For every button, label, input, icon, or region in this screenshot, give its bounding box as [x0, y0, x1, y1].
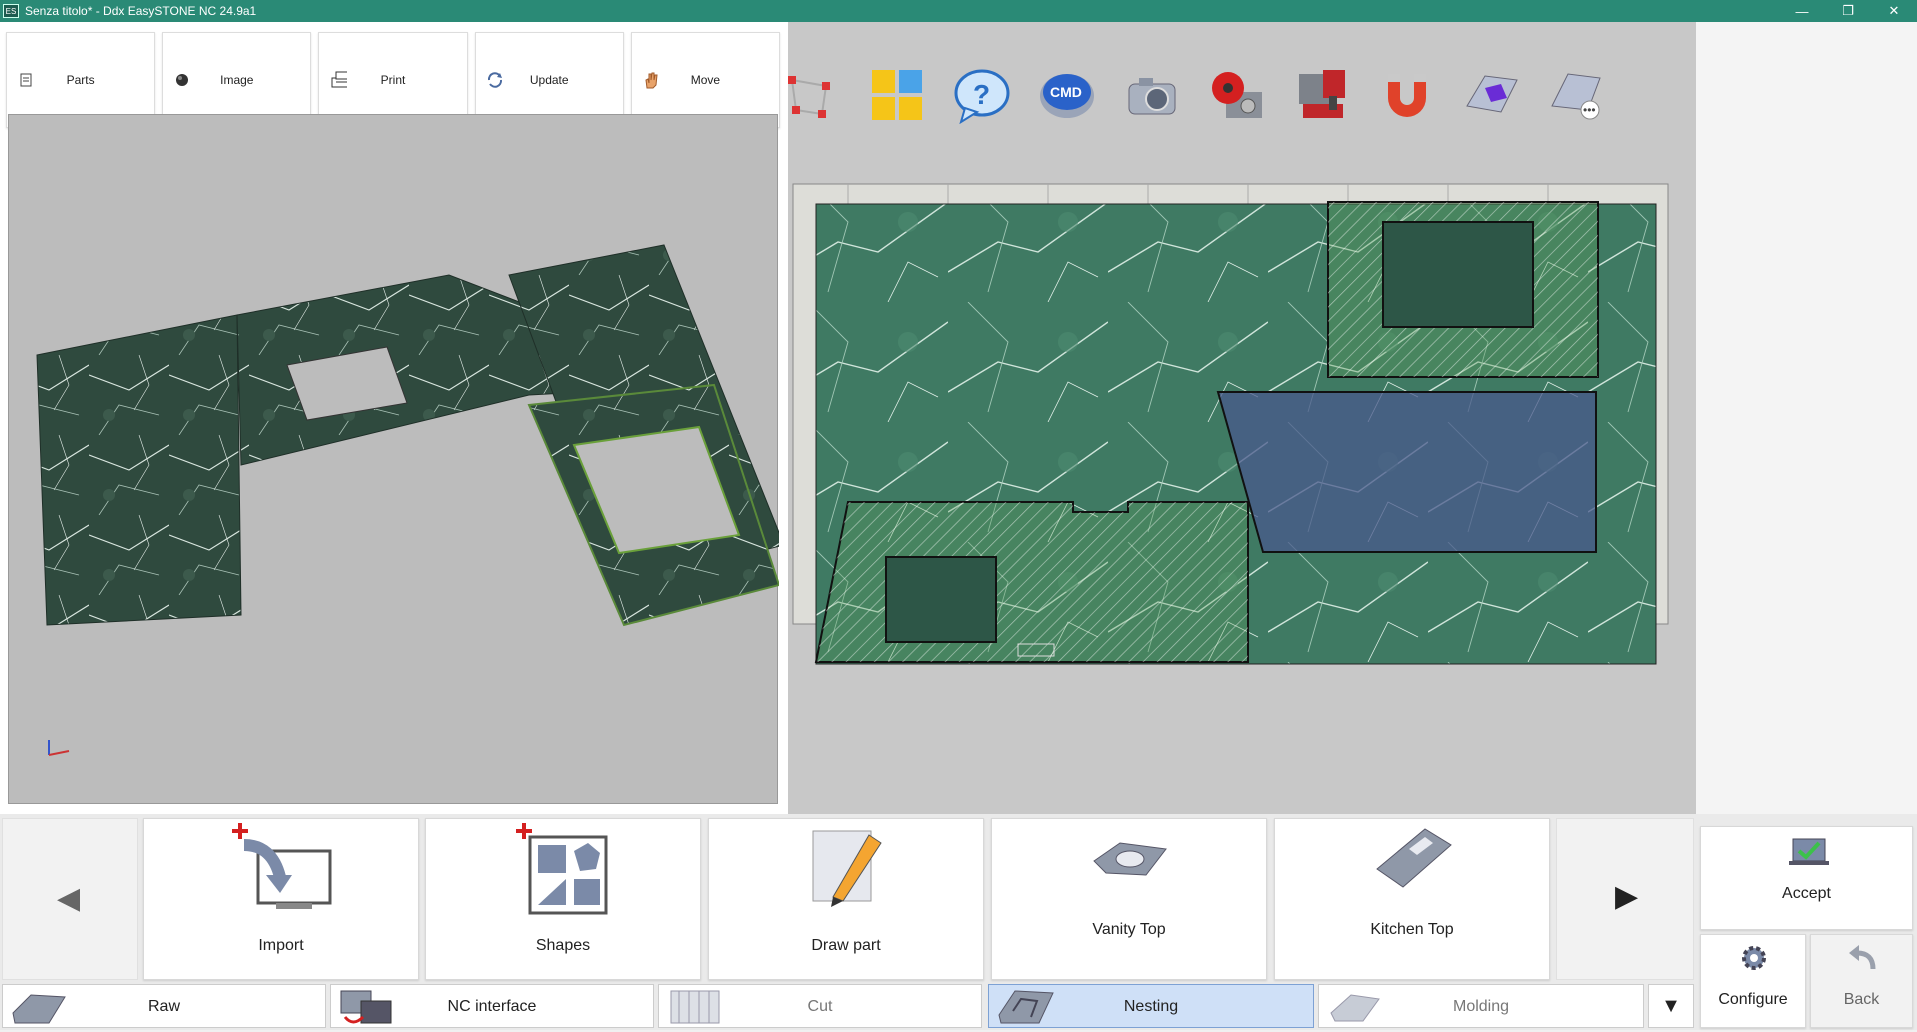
import-icon [226, 823, 336, 924]
magnet-icon[interactable] [1378, 66, 1436, 124]
tabs-more-button[interactable]: ▼ [1648, 984, 1694, 1028]
cmd-icon[interactable]: CMD [1038, 66, 1096, 124]
svg-text:?: ? [973, 79, 990, 110]
move-label: Move [690, 73, 721, 87]
kitchen-top-icon [1373, 825, 1453, 900]
next-page-button[interactable]: ▶ [1556, 818, 1694, 980]
back-label: Back [1843, 991, 1880, 1008]
svg-text:•••: ••• [1583, 103, 1596, 117]
update-label: Update [529, 73, 569, 87]
axis-indicator [48, 740, 70, 756]
configure-label: Configure [1718, 991, 1788, 1008]
tab-nesting-label: Nesting [1123, 998, 1179, 1015]
tab-raw[interactable]: Raw [2, 984, 326, 1028]
draw-part-label: Draw part [811, 937, 881, 954]
tab-raw-label: Raw [147, 998, 180, 1015]
camera-icon[interactable] [1123, 66, 1181, 124]
prev-page-button[interactable]: ◀ [2, 818, 138, 980]
tab-cut[interactable]: Cut [658, 984, 982, 1028]
slab-more-icon[interactable]: ••• [1548, 66, 1606, 124]
command-area: ◀ Import Shapes Draw part Vanity Top Kit… [0, 814, 1917, 1030]
nesting-toolbar: ? CMD ••• [788, 22, 1696, 182]
view-3d-panel: Parts Image Print Update Move [0, 22, 788, 814]
tab-cut-label: Cut [807, 998, 833, 1015]
close-button[interactable]: ✕ [1871, 0, 1917, 22]
accept-label: Accept [1782, 885, 1831, 902]
configure-button[interactable]: Configure [1700, 934, 1806, 1028]
import-label: Import [258, 937, 304, 954]
shapes-label: Shapes [535, 937, 591, 954]
parts-label: Parts [66, 73, 95, 87]
nesting-canvas[interactable] [788, 182, 1688, 742]
nesting-panel: ? CMD ••• [788, 22, 1696, 814]
tab-nesting[interactable]: Nesting [988, 984, 1314, 1028]
shapes-icon [516, 823, 616, 924]
window-title: Senza titolo* - Ddx EasySTONE NC 24.9a1 [25, 4, 257, 18]
print-label: Print [380, 73, 406, 87]
accept-icon [1789, 835, 1829, 872]
minimize-button[interactable]: — [1779, 0, 1825, 22]
restore-button[interactable]: ❐ [1825, 0, 1871, 22]
cmd-label: CMD [1050, 84, 1082, 100]
shapes-button[interactable]: Shapes [425, 818, 701, 980]
tab-nc-interface[interactable]: NC interface [330, 984, 654, 1028]
kitchen-top-button[interactable]: Kitchen Top [1274, 818, 1550, 980]
tab-molding[interactable]: Molding [1318, 984, 1644, 1028]
right-side-panel [1696, 22, 1917, 814]
next-arrow-icon: ▶ [1615, 880, 1639, 913]
machine-icon[interactable] [1293, 66, 1351, 124]
gear-icon [1739, 943, 1769, 978]
tab-nc-interface-label: NC interface [447, 998, 537, 1015]
vanity-top-button[interactable]: Vanity Top [991, 818, 1267, 980]
part-3d-left [36, 314, 242, 626]
import-button[interactable]: Import [143, 818, 419, 980]
back-arrow-icon [1847, 943, 1879, 978]
pencil-icon [809, 827, 889, 912]
slab-purple-icon[interactable] [1463, 66, 1521, 124]
3d-viewport[interactable] [8, 114, 785, 804]
grid-tiles-icon[interactable] [868, 66, 926, 124]
title-bar: ES Senza titolo* - Ddx EasySTONE NC 24.9… [0, 0, 1917, 22]
tabs-more-icon: ▼ [1661, 995, 1681, 1017]
back-button[interactable]: Back [1810, 934, 1913, 1028]
draw-part-button[interactable]: Draw part [708, 818, 984, 980]
tab-molding-label: Molding [1452, 998, 1510, 1015]
nested-part-cutout-b [885, 556, 997, 643]
vanity-top-icon [1090, 829, 1170, 894]
app-icon: ES [3, 4, 19, 18]
select-points-icon[interactable] [782, 66, 840, 124]
red-saw-icon[interactable] [1208, 66, 1266, 124]
nested-part-cutout-a [1382, 221, 1534, 328]
prev-arrow-icon: ◀ [57, 882, 81, 915]
help-bubble-icon[interactable]: ? [953, 66, 1011, 125]
accept-button[interactable]: Accept [1700, 826, 1913, 930]
vanity-top-label: Vanity Top [1092, 921, 1166, 938]
kitchen-top-label: Kitchen Top [1370, 921, 1454, 938]
image-label: Image [220, 73, 254, 87]
nested-part-blue[interactable] [1216, 391, 1597, 553]
